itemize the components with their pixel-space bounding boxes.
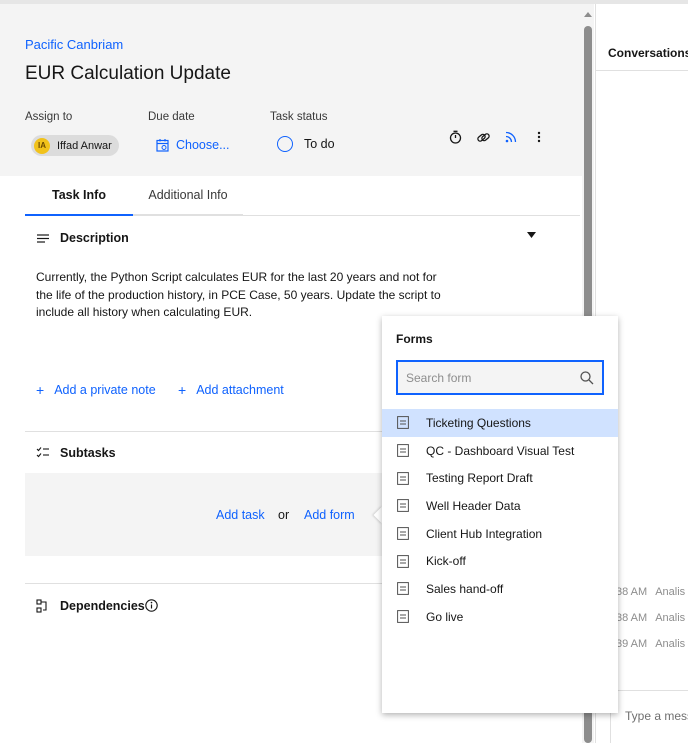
add-task-link[interactable]: Add task <box>216 508 265 522</box>
form-item-label: Sales hand-off <box>426 581 504 596</box>
due-date-value: Choose... <box>176 138 230 152</box>
description-icon <box>37 234 49 243</box>
page-title: EUR Calculation Update <box>25 63 231 84</box>
or-text: or <box>278 508 290 522</box>
list-item[interactable]: Go live <box>382 603 618 631</box>
avatar: IA <box>34 137 50 154</box>
rss-feed-icon[interactable] <box>502 128 520 146</box>
forms-title: Forms <box>396 332 433 346</box>
document-icon <box>397 499 409 513</box>
list-item[interactable]: Testing Report Draft <box>382 464 618 492</box>
conversation-row[interactable]: 39 AM Analis <box>616 638 685 650</box>
search-input[interactable] <box>406 369 576 387</box>
calendar-icon <box>156 139 169 152</box>
form-item-label: Go live <box>426 609 464 624</box>
message-time: 38 AM <box>616 586 648 598</box>
due-date-button[interactable]: Choose... <box>156 138 230 152</box>
conversations-header: Conversations <box>596 4 688 71</box>
overflow-menu-icon[interactable] <box>530 128 548 146</box>
add-form-link[interactable]: Add form <box>304 508 355 522</box>
tab-additional-info[interactable]: Additional Info <box>133 176 243 216</box>
task-status-selector[interactable]: To do <box>277 136 335 152</box>
add-attachment-label: Add attachment <box>196 383 284 397</box>
due-date-label: Due date <box>148 111 195 123</box>
document-icon <box>397 582 409 596</box>
tab-task-info[interactable]: Task Info <box>25 176 133 216</box>
document-icon <box>397 554 409 568</box>
document-icon <box>397 444 409 457</box>
list-item[interactable]: Ticketing Questions <box>382 409 618 437</box>
forms-list: Ticketing Questions QC - Dashboard Visua… <box>382 409 618 631</box>
document-icon <box>397 471 409 485</box>
dependencies-title: Dependencies <box>60 599 145 613</box>
task-status-label: Task status <box>270 111 328 123</box>
list-item[interactable]: Client Hub Integration <box>382 520 618 548</box>
assignee-name: Iffad Anwar <box>57 139 112 152</box>
message-author: Analis <box>655 586 686 598</box>
message-time: 39 AM <box>616 638 648 650</box>
list-item[interactable]: Well Header Data <box>382 492 618 520</box>
checklist-icon <box>36 447 49 458</box>
conversation-row[interactable]: 38 AM Analis <box>616 612 685 624</box>
document-icon <box>397 416 409 430</box>
info-icon[interactable] <box>145 599 158 612</box>
description-text: Currently, the Python Script calculates … <box>36 270 441 319</box>
message-input[interactable]: Type a mess <box>610 690 688 743</box>
tab-bar: Task Info Additional Info <box>25 176 580 216</box>
add-attachment-button[interactable]: + Add attachment <box>178 382 284 398</box>
form-item-label: Well Header Data <box>426 498 521 513</box>
assignee-chip[interactable]: IA Iffad Anwar <box>31 135 119 156</box>
subtasks-title: Subtasks <box>60 446 116 460</box>
status-circle-icon <box>277 136 293 152</box>
forms-popover: Forms Ticketing Questions QC - Dashboard… <box>382 316 618 713</box>
document-icon <box>397 610 409 624</box>
forms-search-box[interactable] <box>396 360 604 395</box>
add-private-note-button[interactable]: + Add a private note <box>36 382 156 398</box>
list-item[interactable]: Kick-off <box>382 547 618 575</box>
search-icon <box>580 371 594 385</box>
timer-icon[interactable] <box>446 128 464 146</box>
message-author: Analis <box>655 612 686 624</box>
form-item-label: QC - Dashboard Visual Test <box>426 443 575 458</box>
form-item-label: Testing Report Draft <box>426 471 533 486</box>
form-item-label: Ticketing Questions <box>426 415 531 430</box>
breadcrumb[interactable]: Pacific Canbriam <box>25 37 123 52</box>
message-author: Analis <box>655 638 686 650</box>
conversations-title: Conversations <box>608 46 688 60</box>
plus-icon: + <box>36 382 45 398</box>
list-item[interactable]: QC - Dashboard Visual Test <box>382 437 618 465</box>
document-icon <box>397 527 409 540</box>
form-item-label: Kick-off <box>426 554 466 569</box>
add-private-note-label: Add a private note <box>54 383 156 397</box>
chevron-down-icon[interactable] <box>527 232 536 238</box>
task-status-value: To do <box>304 137 335 151</box>
link-icon[interactable] <box>474 128 492 146</box>
plus-icon: + <box>178 382 187 398</box>
conversation-row[interactable]: 38 AM Analis <box>616 586 685 598</box>
scroll-up-icon[interactable] <box>584 12 592 17</box>
task-header: Pacific Canbriam EUR Calculation Update … <box>0 4 582 176</box>
description-title: Description <box>60 231 129 245</box>
form-item-label: Client Hub Integration <box>426 526 543 541</box>
assign-to-label: Assign to <box>25 111 73 123</box>
message-time: 38 AM <box>616 612 648 624</box>
dependencies-icon <box>36 599 47 613</box>
list-item[interactable]: Sales hand-off <box>382 575 618 603</box>
